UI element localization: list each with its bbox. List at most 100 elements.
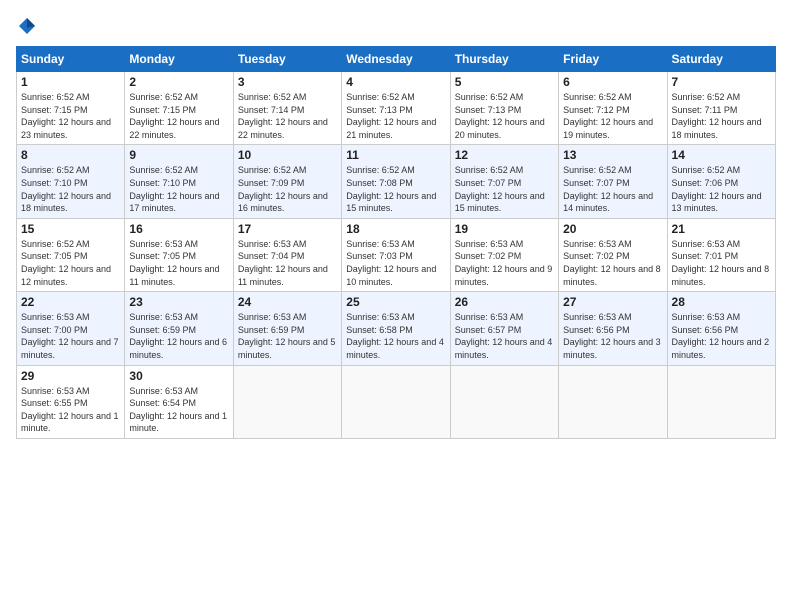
day-info: Sunrise: 6:52 AMSunset: 7:06 PMDaylight:… (672, 164, 771, 214)
day-info: Sunrise: 6:53 AMSunset: 6:55 PMDaylight:… (21, 385, 120, 435)
calendar-day-cell: 19 Sunrise: 6:53 AMSunset: 7:02 PMDayligh… (450, 218, 558, 291)
calendar-day-cell: 12 Sunrise: 6:52 AMSunset: 7:07 PMDayligh… (450, 145, 558, 218)
day-info: Sunrise: 6:53 AMSunset: 7:04 PMDaylight:… (238, 238, 337, 288)
calendar-day-cell: 29 Sunrise: 6:53 AMSunset: 6:55 PMDayligh… (17, 365, 125, 438)
day-number: 1 (21, 75, 120, 89)
day-number: 6 (563, 75, 662, 89)
day-number: 20 (563, 222, 662, 236)
day-info: Sunrise: 6:53 AMSunset: 7:03 PMDaylight:… (346, 238, 445, 288)
calendar-day-cell: 10 Sunrise: 6:52 AMSunset: 7:09 PMDayligh… (233, 145, 341, 218)
day-info: Sunrise: 6:53 AMSunset: 7:02 PMDaylight:… (563, 238, 662, 288)
day-info: Sunrise: 6:53 AMSunset: 6:54 PMDaylight:… (129, 385, 228, 435)
calendar-day-cell: 24 Sunrise: 6:53 AMSunset: 6:59 PMDayligh… (233, 292, 341, 365)
day-number: 23 (129, 295, 228, 309)
day-number: 21 (672, 222, 771, 236)
day-number: 27 (563, 295, 662, 309)
day-info: Sunrise: 6:52 AMSunset: 7:15 PMDaylight:… (21, 91, 120, 141)
page-header (16, 16, 776, 36)
day-number: 16 (129, 222, 228, 236)
calendar-week-row: 15Sunrise: 6:52 AMSunset: 7:05 PMDayligh… (17, 218, 776, 291)
calendar-day-cell: 3 Sunrise: 6:52 AMSunset: 7:14 PMDaylight… (233, 72, 341, 145)
calendar-day-cell (233, 365, 341, 438)
day-info: Sunrise: 6:53 AMSunset: 6:57 PMDaylight:… (455, 311, 554, 361)
day-number: 14 (672, 148, 771, 162)
day-number: 8 (21, 148, 120, 162)
day-info: Sunrise: 6:52 AMSunset: 7:12 PMDaylight:… (563, 91, 662, 141)
calendar-day-cell (342, 365, 450, 438)
day-number: 10 (238, 148, 337, 162)
day-info: Sunrise: 6:52 AMSunset: 7:10 PMDaylight:… (21, 164, 120, 214)
calendar-day-cell: 18 Sunrise: 6:53 AMSunset: 7:03 PMDayligh… (342, 218, 450, 291)
day-number: 15 (21, 222, 120, 236)
calendar-day-cell: 30 Sunrise: 6:53 AMSunset: 6:54 PMDayligh… (125, 365, 233, 438)
calendar-day-cell: 1 Sunrise: 6:52 AMSunset: 7:15 PMDaylight… (17, 72, 125, 145)
calendar-day-cell: 16 Sunrise: 6:53 AMSunset: 7:05 PMDayligh… (125, 218, 233, 291)
calendar-week-row: 22 Sunrise: 6:53 AMSunset: 7:00 PMDayligh… (17, 292, 776, 365)
calendar-day-header: Saturday (667, 47, 775, 72)
day-number: 4 (346, 75, 445, 89)
page-container: SundayMondayTuesdayWednesdayThursdayFrid… (0, 0, 792, 612)
day-info: Sunrise: 6:53 AMSunset: 6:58 PMDaylight:… (346, 311, 445, 361)
day-info: Sunrise: 6:53 AMSunset: 7:00 PMDaylight:… (21, 311, 120, 361)
day-info: Sunrise: 6:52 AMSunset: 7:08 PMDaylight:… (346, 164, 445, 214)
calendar-week-row: 29 Sunrise: 6:53 AMSunset: 6:55 PMDayligh… (17, 365, 776, 438)
calendar-day-cell (559, 365, 667, 438)
day-number: 3 (238, 75, 337, 89)
day-info: Sunrise: 6:53 AMSunset: 6:56 PMDaylight:… (672, 311, 771, 361)
calendar-day-cell: 4 Sunrise: 6:52 AMSunset: 7:13 PMDaylight… (342, 72, 450, 145)
day-info: Sunrise: 6:53 AMSunset: 7:05 PMDaylight:… (129, 238, 228, 288)
day-number: 28 (672, 295, 771, 309)
day-number: 9 (129, 148, 228, 162)
day-info: Sunrise: 6:52 AMSunset: 7:07 PMDaylight:… (455, 164, 554, 214)
calendar-day-header: Tuesday (233, 47, 341, 72)
day-info: Sunrise: 6:52 AMSunset: 7:14 PMDaylight:… (238, 91, 337, 141)
day-info: Sunrise: 6:52 AMSunset: 7:09 PMDaylight:… (238, 164, 337, 214)
calendar-day-header: Wednesday (342, 47, 450, 72)
calendar-day-cell: 20 Sunrise: 6:53 AMSunset: 7:02 PMDayligh… (559, 218, 667, 291)
day-number: 11 (346, 148, 445, 162)
calendar-day-cell: 5Sunrise: 6:52 AMSunset: 7:13 PMDaylight… (450, 72, 558, 145)
calendar-day-cell: 22 Sunrise: 6:53 AMSunset: 7:00 PMDayligh… (17, 292, 125, 365)
day-number: 22 (21, 295, 120, 309)
calendar-day-cell: 9 Sunrise: 6:52 AMSunset: 7:10 PMDaylight… (125, 145, 233, 218)
day-info: Sunrise: 6:53 AMSunset: 7:02 PMDaylight:… (455, 238, 554, 288)
day-number: 5 (455, 75, 554, 89)
calendar-day-cell: 13 Sunrise: 6:52 AMSunset: 7:07 PMDayligh… (559, 145, 667, 218)
calendar-day-cell: 21Sunrise: 6:53 AMSunset: 7:01 PMDayligh… (667, 218, 775, 291)
day-number: 17 (238, 222, 337, 236)
calendar-day-cell: 27 Sunrise: 6:53 AMSunset: 6:56 PMDayligh… (559, 292, 667, 365)
calendar-header-row: SundayMondayTuesdayWednesdayThursdayFrid… (17, 47, 776, 72)
day-info: Sunrise: 6:52 AMSunset: 7:13 PMDaylight:… (346, 91, 445, 141)
calendar-table: SundayMondayTuesdayWednesdayThursdayFrid… (16, 46, 776, 439)
day-number: 13 (563, 148, 662, 162)
calendar-day-cell: 23 Sunrise: 6:53 AMSunset: 6:59 PMDayligh… (125, 292, 233, 365)
logo-icon (17, 16, 37, 36)
day-info: Sunrise: 6:52 AMSunset: 7:15 PMDaylight:… (129, 91, 228, 141)
calendar-day-cell: 25 Sunrise: 6:53 AMSunset: 6:58 PMDayligh… (342, 292, 450, 365)
day-info: Sunrise: 6:53 AMSunset: 6:59 PMDaylight:… (238, 311, 337, 361)
day-info: Sunrise: 6:52 AMSunset: 7:10 PMDaylight:… (129, 164, 228, 214)
day-info: Sunrise: 6:52 AMSunset: 7:07 PMDaylight:… (563, 164, 662, 214)
day-number: 7 (672, 75, 771, 89)
day-info: Sunrise: 6:53 AMSunset: 6:56 PMDaylight:… (563, 311, 662, 361)
calendar-day-cell: 11 Sunrise: 6:52 AMSunset: 7:08 PMDayligh… (342, 145, 450, 218)
calendar-day-cell: 6 Sunrise: 6:52 AMSunset: 7:12 PMDaylight… (559, 72, 667, 145)
day-number: 29 (21, 369, 120, 383)
day-number: 19 (455, 222, 554, 236)
calendar-week-row: 8 Sunrise: 6:52 AMSunset: 7:10 PMDaylight… (17, 145, 776, 218)
day-number: 30 (129, 369, 228, 383)
calendar-day-header: Friday (559, 47, 667, 72)
day-info: Sunrise: 6:53 AMSunset: 6:59 PMDaylight:… (129, 311, 228, 361)
calendar-day-cell: 7 Sunrise: 6:52 AMSunset: 7:11 PMDaylight… (667, 72, 775, 145)
day-number: 25 (346, 295, 445, 309)
calendar-week-row: 1 Sunrise: 6:52 AMSunset: 7:15 PMDaylight… (17, 72, 776, 145)
calendar-day-cell (450, 365, 558, 438)
day-number: 12 (455, 148, 554, 162)
calendar-day-cell: 15Sunrise: 6:52 AMSunset: 7:05 PMDayligh… (17, 218, 125, 291)
calendar-day-cell: 17 Sunrise: 6:53 AMSunset: 7:04 PMDayligh… (233, 218, 341, 291)
day-info: Sunrise: 6:52 AMSunset: 7:11 PMDaylight:… (672, 91, 771, 141)
day-number: 18 (346, 222, 445, 236)
day-number: 2 (129, 75, 228, 89)
day-number: 24 (238, 295, 337, 309)
logo (16, 16, 38, 36)
